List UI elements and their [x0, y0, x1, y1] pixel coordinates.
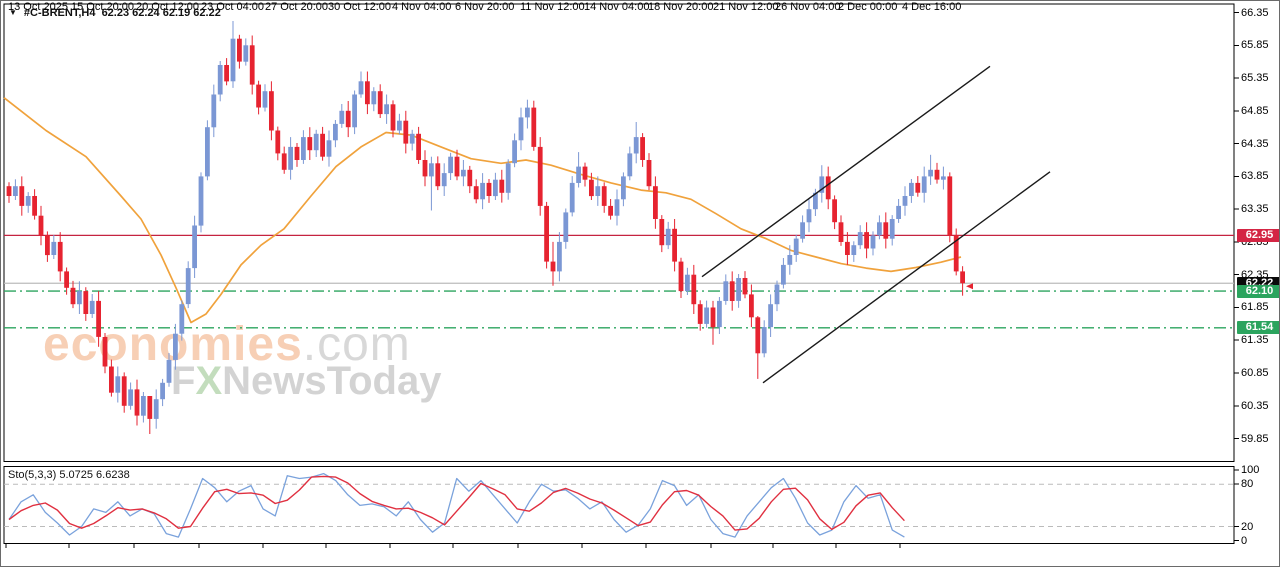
price-chart-canvas[interactable] — [1, 1, 1280, 567]
moving-average-line — [4, 98, 961, 323]
indicator-panel-frame — [4, 467, 1234, 544]
main-chart-frame — [4, 4, 1234, 462]
candlesticks — [7, 21, 965, 434]
trading-chart-window: economies.com FXNewsToday ▼#C-BRENT,H4 6… — [0, 0, 1280, 567]
stochastic-k-line — [9, 474, 904, 537]
current-price-arrow-icon — [966, 283, 973, 289]
